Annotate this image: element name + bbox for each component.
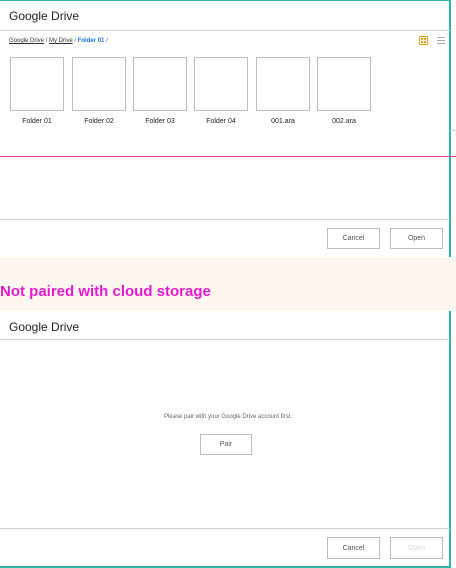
tile-label: Folder 03	[145, 118, 175, 125]
cancel-button[interactable]: Cancel	[327, 537, 380, 559]
breadcrumb: Google Drive / My Drive / Folder 01 /	[9, 38, 108, 44]
file-tile-001[interactable]	[256, 57, 310, 111]
pair-message: Please pair with your Google Drive accou…	[163, 414, 293, 420]
folder-tile-folder-04[interactable]	[194, 57, 248, 111]
tile-label: 002.ara	[332, 118, 356, 125]
tile-label: Folder 01	[22, 118, 52, 125]
footer-divider	[0, 528, 450, 529]
tile-label: Folder 04	[206, 118, 236, 125]
folder-tile-folder-02[interactable]	[72, 57, 126, 111]
folder-tile-folder-01[interactable]	[10, 57, 64, 111]
pair-button[interactable]: Pair	[200, 434, 252, 455]
breadcrumb-item-google-drive[interactable]: Google Drive	[9, 38, 44, 44]
dialog-title: Google Drive	[9, 320, 80, 334]
tile-label: Folder 02	[84, 118, 114, 125]
title-divider	[0, 339, 450, 340]
grid-view-icon[interactable]	[419, 36, 428, 45]
scroll-boundary-line	[0, 156, 456, 157]
breadcrumb-separator: /	[45, 38, 48, 44]
edge-tick	[450, 130, 456, 131]
breadcrumb-current: Folder 01	[77, 38, 105, 44]
folder-tile-folder-03[interactable]	[133, 57, 187, 111]
breadcrumb-separator: /	[106, 38, 108, 44]
file-tile-002[interactable]	[317, 57, 371, 111]
footer-divider	[0, 219, 450, 220]
tile-label: 001.ara	[271, 118, 295, 125]
dialog-title: Google Drive	[9, 9, 80, 23]
title-divider	[0, 30, 450, 31]
list-view-icon[interactable]	[437, 37, 445, 44]
banner-heading: Not paired with cloud storage	[0, 283, 211, 300]
open-button-disabled: Open	[390, 537, 443, 559]
breadcrumb-separator: /	[74, 38, 77, 44]
cancel-button[interactable]: Cancel	[327, 228, 380, 249]
open-button[interactable]: Open	[390, 228, 443, 249]
breadcrumb-item-my-drive[interactable]: My Drive	[49, 38, 73, 44]
